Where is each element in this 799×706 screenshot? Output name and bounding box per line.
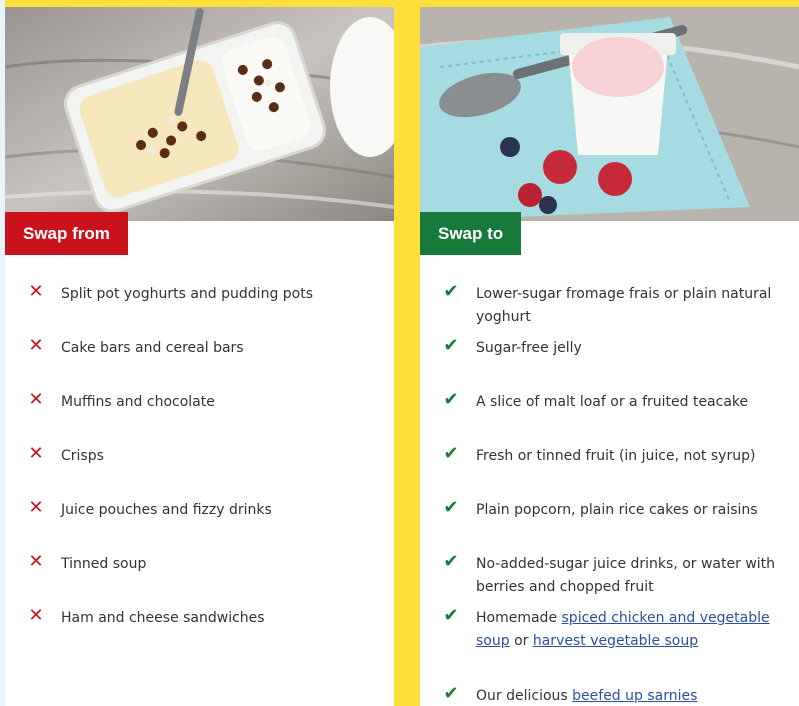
swap-to-panel: Swap to ✔ Lower-sugar fromage frais or p… (420, 7, 799, 706)
swap-to-item-text: Homemade spiced chicken and vegetable so… (476, 607, 789, 653)
swap-to-item-text: Plain popcorn, plain rice cakes or raisi… (476, 502, 758, 518)
cross-icon: ✕ (28, 335, 44, 356)
item-prefix: Homemade (476, 610, 562, 626)
cross-icon: ✕ (28, 281, 44, 302)
check-icon: ✔ (443, 281, 459, 302)
item-prefix: Our delicious (476, 688, 573, 704)
cross-icon: ✕ (28, 443, 44, 464)
item-middle: or (509, 633, 533, 649)
check-icon: ✔ (443, 551, 459, 572)
harvest-vegetable-soup-link[interactable]: harvest vegetable soup (533, 633, 698, 649)
swap-from-item-text: Split pot yoghurts and pudding pots (61, 286, 314, 302)
check-icon: ✔ (443, 497, 459, 518)
cross-icon: ✕ (28, 551, 44, 572)
check-icon: ✔ (443, 389, 459, 410)
swap-from-item-text: Juice pouches and fizzy drinks (61, 502, 272, 518)
swap-from-heading: Swap from (5, 212, 128, 255)
swap-to-photo (420, 7, 799, 221)
swap-from-item-text: Muffins and chocolate (61, 394, 215, 410)
swap-to-item-text: Sugar-free jelly (476, 340, 582, 356)
cross-icon: ✕ (28, 605, 44, 626)
swap-to-item-text: A slice of malt loaf or a fruited teacak… (476, 394, 749, 410)
swap-from-photo (5, 7, 394, 221)
beefed-up-sarnies-link[interactable]: beefed up sarnies (572, 688, 697, 704)
cross-icon: ✕ (28, 389, 44, 410)
check-icon: ✔ (443, 443, 459, 464)
check-icon: ✔ (443, 683, 459, 704)
swap-from-item-text: Tinned soup (61, 556, 147, 572)
swap-to-item-text: No-added-sugar juice drinks, or water wi… (476, 556, 776, 595)
swap-from-panel: Swap from ✕ Split pot yoghurts and puddi… (5, 7, 394, 706)
swap-from-item-text: Ham and cheese sandwiches (61, 610, 265, 626)
column-divider (394, 0, 420, 706)
swap-to-item-text: Our delicious beefed up sarnies (476, 685, 789, 706)
swap-to-heading: Swap to (420, 212, 522, 255)
swap-from-item-text: Crisps (61, 448, 104, 464)
cross-icon: ✕ (28, 497, 44, 518)
check-icon: ✔ (443, 335, 459, 356)
swap-to-item-text: Fresh or tinned fruit (in juice, not syr… (476, 448, 756, 464)
swap-to-item-text: Lower-sugar fromage frais or plain natur… (476, 286, 772, 325)
swap-from-item-text: Cake bars and cereal bars (61, 340, 244, 356)
check-icon: ✔ (443, 605, 459, 626)
